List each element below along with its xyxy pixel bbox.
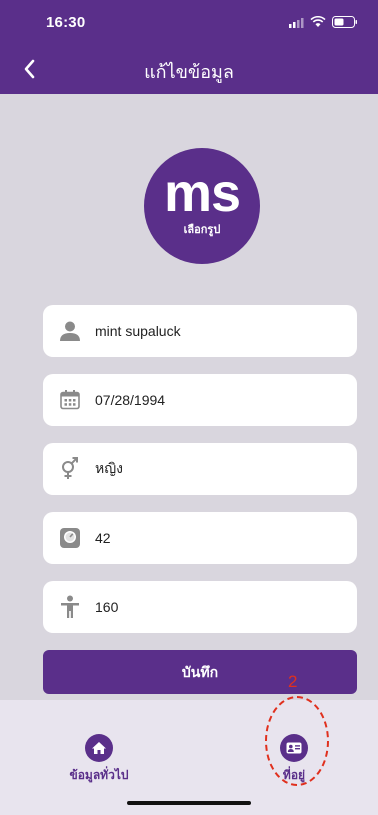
annotation-highlight — [265, 696, 329, 786]
battery-icon — [332, 16, 357, 28]
gender-value: หญิง — [95, 460, 123, 476]
tab-general-info[interactable]: ข้อมูลทั่วไป — [53, 734, 145, 785]
home-icon — [85, 734, 113, 762]
name-value: mint supaluck — [95, 323, 181, 339]
annotation-number: 2 — [288, 672, 298, 691]
weight-value: 42 — [95, 530, 111, 546]
page-title: แก้ไขข้อมูล — [144, 62, 234, 82]
calendar-icon — [55, 388, 85, 412]
header: แก้ไขข้อมูล — [0, 44, 378, 94]
status-icons — [288, 16, 358, 28]
scale-icon — [55, 526, 85, 550]
status-time: 16:30 — [46, 14, 86, 31]
weight-field[interactable]: 42 — [43, 512, 357, 564]
height-field[interactable]: 160 — [43, 581, 357, 633]
height-value: 160 — [95, 599, 119, 615]
birthdate-value: 07/28/1994 — [95, 392, 166, 408]
avatar-initials: ms — [163, 163, 241, 223]
home-indicator — [127, 801, 251, 805]
gender-icon — [55, 457, 85, 481]
save-button[interactable]: บันทึก — [43, 650, 357, 694]
wifi-icon — [310, 16, 326, 27]
gender-field[interactable]: หญิง — [43, 443, 357, 495]
birthdate-field[interactable]: 07/28/1994 — [43, 374, 357, 426]
signal-icon — [289, 17, 304, 28]
choose-photo-label: เลือกรูป — [183, 224, 221, 236]
tab-general-info-label: ข้อมูลทั่วไป — [69, 768, 129, 782]
user-icon — [55, 319, 85, 343]
status-bar: 16:30 — [0, 0, 378, 44]
person-height-icon — [55, 595, 85, 619]
avatar-picker[interactable]: ms เลือกรูป — [144, 148, 260, 264]
name-field[interactable]: mint supaluck — [43, 305, 357, 357]
